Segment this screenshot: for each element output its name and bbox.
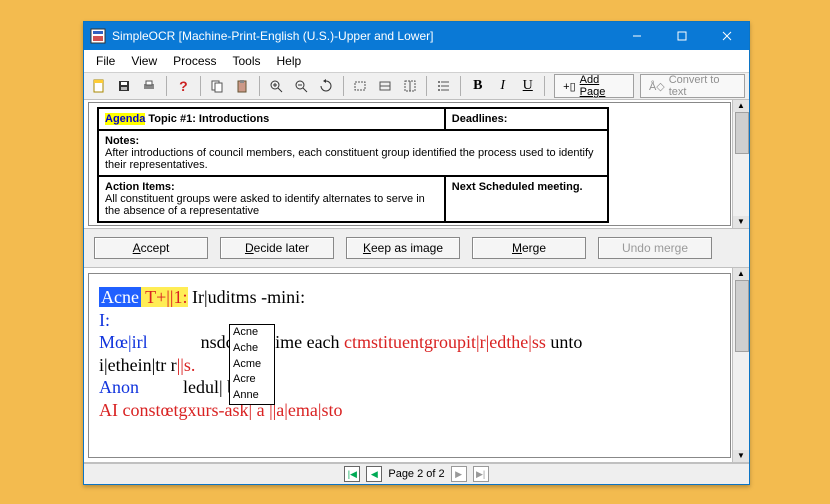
maximize-button[interactable] bbox=[659, 22, 704, 50]
save-icon[interactable] bbox=[113, 74, 136, 98]
action-bar: Accept Decide later Keep as image Merge … bbox=[84, 229, 749, 268]
rotate-icon[interactable] bbox=[315, 74, 338, 98]
undo-merge-button: Undo merge bbox=[598, 237, 712, 259]
page-bar: |◀ ◀ Page 2 of 2 ▶ ▶| bbox=[84, 463, 749, 484]
window-title: SimpleOCR [Machine-Print-English (U.S.)-… bbox=[112, 29, 433, 43]
next-page-icon: ▶ bbox=[451, 466, 467, 482]
selected-word[interactable]: Acne bbox=[99, 287, 141, 307]
scroll-thumb[interactable] bbox=[735, 280, 749, 352]
deadlines-label: Deadlines: bbox=[452, 113, 508, 125]
copy-icon[interactable] bbox=[206, 74, 229, 98]
underline-button[interactable]: U bbox=[516, 74, 539, 98]
scroll-up-icon[interactable]: ▲ bbox=[733, 268, 749, 280]
suggestion-item[interactable]: Anne bbox=[230, 388, 274, 404]
minimize-button[interactable] bbox=[614, 22, 659, 50]
menu-bar: File View Process Tools Help bbox=[84, 50, 749, 73]
page-indicator: Page 2 of 2 bbox=[388, 468, 444, 480]
decide-later-button[interactable]: Decide later bbox=[220, 237, 334, 259]
next-scheduled-label: Next Scheduled meeting. bbox=[452, 181, 583, 193]
suggestion-item[interactable]: Acme bbox=[230, 357, 274, 373]
close-button[interactable] bbox=[704, 22, 749, 50]
menu-file[interactable]: File bbox=[88, 51, 123, 71]
new-doc-icon[interactable] bbox=[88, 74, 111, 98]
suggestion-item[interactable]: Ache bbox=[230, 341, 274, 357]
add-page-button[interactable]: +▯Add Page bbox=[554, 74, 634, 98]
last-page-icon: ▶| bbox=[473, 466, 489, 482]
region-table-icon[interactable] bbox=[398, 74, 421, 98]
convert-to-text-button: Å◇Convert to text bbox=[640, 74, 745, 98]
merge-button[interactable]: Merge bbox=[472, 237, 586, 259]
notes-label: Notes: bbox=[105, 135, 139, 147]
keep-as-image-button[interactable]: Keep as image bbox=[346, 237, 460, 259]
suggestion-dropdown[interactable]: Acne Ache Acme Acre Anne bbox=[229, 324, 275, 405]
title-bar: SimpleOCR [Machine-Print-English (U.S.)-… bbox=[84, 22, 749, 50]
scroll-down-icon[interactable]: ▼ bbox=[733, 450, 749, 462]
list-icon[interactable] bbox=[432, 74, 455, 98]
notes-body: After introductions of council members, … bbox=[105, 147, 594, 171]
agenda-highlight: Agenda bbox=[105, 113, 145, 125]
print-icon[interactable] bbox=[138, 74, 161, 98]
scroll-up-icon[interactable]: ▲ bbox=[733, 100, 749, 112]
bold-button[interactable]: B bbox=[466, 74, 489, 98]
region-rect-icon[interactable] bbox=[349, 74, 372, 98]
result-pane: Acne T+||1: Ir|uditms -mini: I: Mœ|irl n… bbox=[84, 268, 749, 463]
result-text[interactable]: Acne T+||1: Ir|uditms -mini: I: Mœ|irl n… bbox=[88, 273, 731, 458]
app-window: SimpleOCR [Machine-Print-English (U.S.)-… bbox=[83, 21, 750, 485]
preview-pane: Agenda Topic #1: Introductions Deadlines… bbox=[84, 100, 749, 229]
italic-button[interactable]: I bbox=[491, 74, 514, 98]
first-page-icon[interactable]: |◀ bbox=[344, 466, 360, 482]
menu-view[interactable]: View bbox=[123, 51, 165, 71]
help-icon[interactable]: ? bbox=[172, 74, 195, 98]
preview-scroll[interactable]: Agenda Topic #1: Introductions Deadlines… bbox=[88, 102, 731, 226]
suggestion-item[interactable]: Acne bbox=[230, 325, 274, 341]
preview-scrollbar[interactable]: ▲ ▼ bbox=[732, 100, 749, 228]
paste-icon[interactable] bbox=[231, 74, 254, 98]
accept-button[interactable]: Accept bbox=[94, 237, 208, 259]
scroll-thumb[interactable] bbox=[735, 112, 749, 154]
suggestion-item[interactable]: Acre bbox=[230, 372, 274, 388]
prev-page-icon[interactable]: ◀ bbox=[366, 466, 382, 482]
action-items-label: Action Items: bbox=[105, 181, 175, 193]
zoom-out-icon[interactable] bbox=[290, 74, 313, 98]
zoom-in-icon[interactable] bbox=[265, 74, 288, 98]
app-icon bbox=[90, 28, 106, 44]
toolbar: ? B I U +▯Add Page Å◇Convert to text bbox=[84, 73, 749, 100]
result-scrollbar[interactable]: ▲ ▼ bbox=[732, 268, 749, 462]
menu-tools[interactable]: Tools bbox=[225, 51, 269, 71]
menu-process[interactable]: Process bbox=[165, 51, 224, 71]
action-items-body: All constituent groups were asked to ide… bbox=[105, 193, 425, 217]
menu-help[interactable]: Help bbox=[269, 51, 310, 71]
preview-table: Agenda Topic #1: Introductions Deadlines… bbox=[97, 107, 609, 223]
region-crop-icon[interactable] bbox=[374, 74, 397, 98]
scroll-down-icon[interactable]: ▼ bbox=[733, 216, 749, 228]
